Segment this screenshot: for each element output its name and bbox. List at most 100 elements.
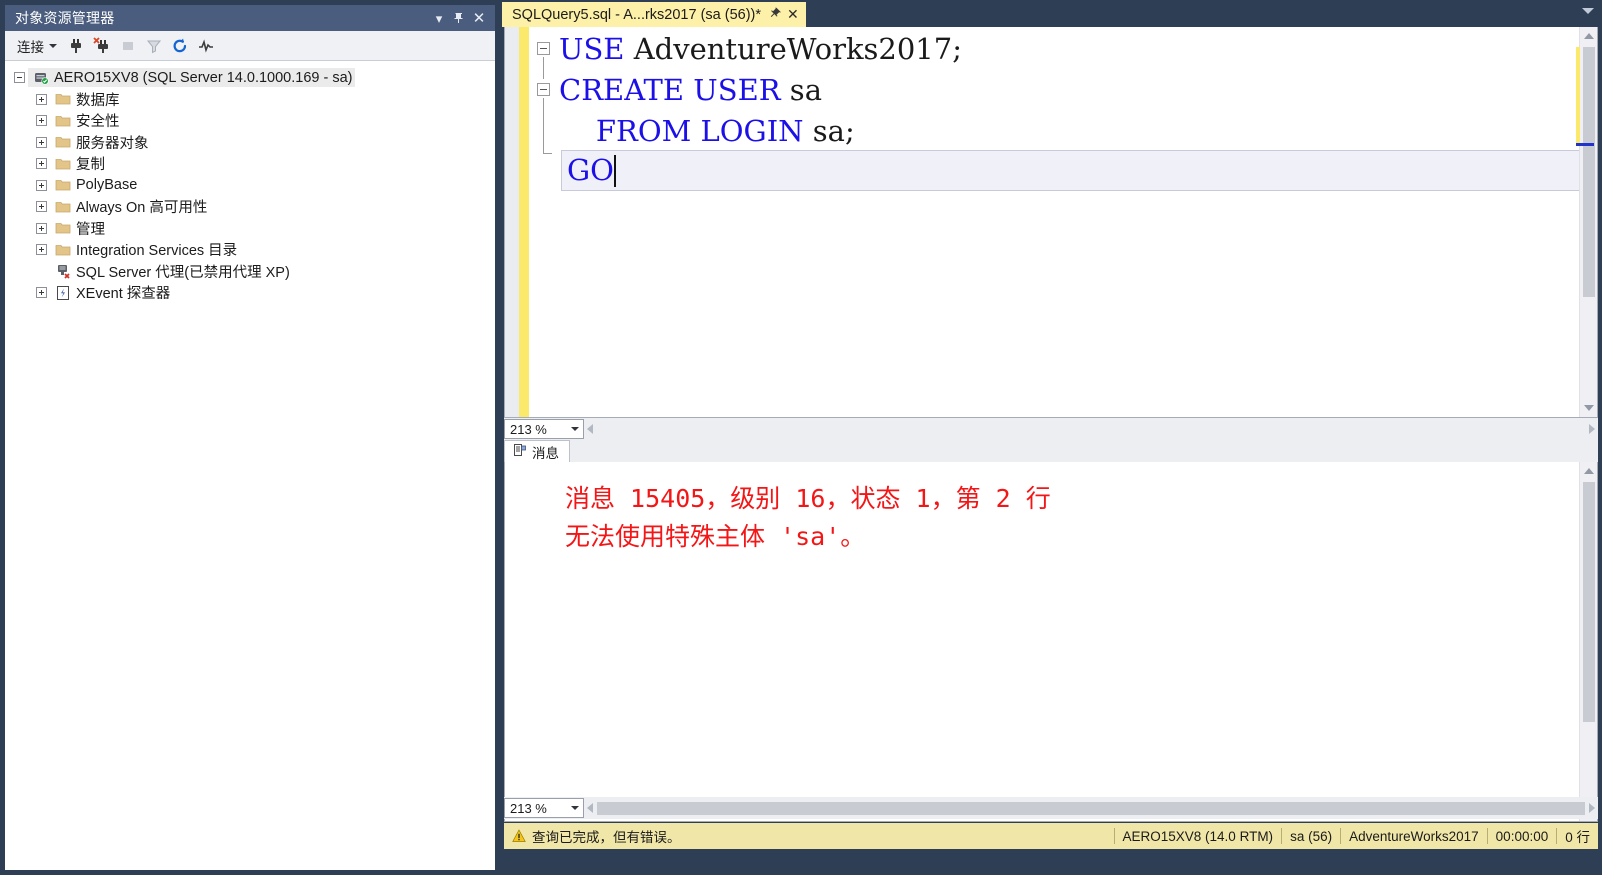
code-line: USE AdventureWorks2017; [559,29,1597,70]
tree-node-label: AERO15XV8 (SQL Server 14.0.1000.169 - sa… [54,69,353,86]
folder-icon [53,198,73,215]
chevron-down-icon[interactable]: ▾ [429,8,449,28]
status-segment: AERO15XV8 (14.0 RTM) [1113,828,1282,844]
tree-node-server[interactable]: AERO15XV8 (SQL Server 14.0.1000.169 - sa… [5,67,495,89]
results-zoom-bar: 213 % [504,797,1598,819]
expander-icon[interactable] [33,198,50,215]
code-text-area[interactable]: USE AdventureWorks2017; CREATE USER sa FR… [559,27,1597,417]
tree-node[interactable]: 复制 [5,153,495,175]
folder-icon [53,177,73,194]
pin-icon[interactable] [449,8,469,28]
expander-icon[interactable] [33,177,50,194]
ssms-window: 对象资源管理器 ▾ ✕ 连接 AERO15XV8 (SQL Server 14.… [0,0,1602,875]
caret-position-marker [1576,143,1594,146]
tree-node[interactable]: 管理 [5,218,495,240]
close-icon[interactable]: ✕ [787,6,799,23]
results-zoom-value: 213 % [510,800,547,816]
fold-toggle-icon[interactable] [537,83,550,96]
xevent-profiler-icon [53,284,73,301]
chevron-down-icon [49,43,57,48]
text-caret [613,154,616,187]
scroll-left-arrow-icon[interactable] [587,424,593,434]
tab-sqlquery5[interactable]: SQLQuery5.sql - A...rks2017 (sa (56))* ✕ [502,2,806,27]
expander-icon[interactable] [33,134,50,151]
disconnect-plug-icon[interactable] [90,34,114,58]
pin-icon[interactable] [764,5,783,24]
tree-node[interactable]: Integration Services 目录 [5,239,495,261]
code-token: sa [780,73,822,107]
code-token: FROM LOGIN [595,114,804,148]
tree-node-label: Integration Services 目录 [76,243,238,260]
results-zoom-combo[interactable]: 213 % [504,798,584,818]
expander-icon[interactable] [33,112,50,129]
expander-icon[interactable] [33,241,50,258]
refresh-icon[interactable] [168,34,192,58]
document-area: SQLQuery5.sql - A...rks2017 (sa (56))* ✕ [500,0,1602,875]
sql-editor[interactable]: USE AdventureWorks2017; CREATE USER sa FR… [504,27,1598,418]
tab-messages-label: 消息 [532,445,559,461]
tab-messages[interactable]: 消息 [504,440,570,462]
tree-node[interactable]: XEvent 探查器 [5,282,495,304]
tree-node-label: SQL Server 代理(已禁用代理 XP) [76,264,290,281]
fold-toggle-icon[interactable] [537,42,550,55]
editor-zoom-combo[interactable]: 213 % [504,419,584,439]
code-token: USE [559,32,625,66]
editor-horizontal-scrollbar[interactable] [584,419,1598,439]
tree-node[interactable]: 服务器对象 [5,132,495,154]
expander-icon[interactable] [11,69,28,86]
filter-funnel-icon[interactable] [142,34,166,58]
expander-icon[interactable] [33,220,50,237]
messages-icon [513,443,527,460]
code-line: CREATE USER sa [559,70,1597,111]
tree-node[interactable]: 数据库 [5,89,495,111]
status-segments: AERO15XV8 (14.0 RTM) sa (56) AdventureWork… [1113,823,1599,849]
messages-text: 消息 15405，级别 16，状态 1，第 2 行 无法使用特殊主体 'sa'。 [565,484,1051,551]
editor-zoom-bar: 213 % [504,418,1598,440]
connect-plug-icon[interactable] [64,34,88,58]
tree-node[interactable]: 安全性 [5,110,495,132]
scroll-up-arrow-icon[interactable] [1580,27,1597,45]
activity-monitor-icon[interactable] [194,34,218,58]
messages-body[interactable]: 消息 15405，级别 16，状态 1，第 2 行 无法使用特殊主体 'sa'。 [504,462,1598,822]
scrollbar-thumb[interactable] [1576,47,1595,297]
editor-vertical-scrollbar[interactable] [1576,27,1597,417]
status-message: 查询已完成，但有错误。 [532,830,681,845]
scroll-up-arrow-icon[interactable] [1580,462,1597,480]
results-horizontal-scrollbar[interactable] [584,798,1598,818]
tree-node[interactable]: SQL Server 代理(已禁用代理 XP) [5,261,495,283]
connect-button[interactable]: 连接 [11,34,62,58]
expander-icon[interactable] [33,91,50,108]
results-tabstrip: 消息 [504,440,1598,462]
scroll-right-arrow-icon[interactable] [1589,424,1595,434]
scroll-left-arrow-icon[interactable] [587,803,593,813]
expander-icon[interactable] [33,155,50,172]
warning-icon [512,829,526,843]
scrollbar-thumb[interactable] [1583,482,1595,722]
object-explorer-title: 对象资源管理器 [15,10,115,26]
connect-button-label: 连接 [17,39,44,55]
tab-list-chevron-icon[interactable] [1582,8,1594,14]
tree-children-group: 数据库安全性 服务器对象 复制 PolyBase Always On 高可用性管理 Int… [5,89,495,304]
folder-icon [53,155,73,172]
tree-node[interactable]: PolyBase [5,175,495,197]
tree-node-label: 安全性 [76,114,120,131]
stop-icon[interactable] [116,34,140,58]
object-explorer-tree[interactable]: AERO15XV8 (SQL Server 14.0.1000.169 - sa… [5,61,495,870]
current-line-highlight [561,150,1595,191]
close-icon[interactable]: ✕ [469,8,489,28]
outlining-margin[interactable] [529,27,559,417]
window-bottom-chrome [504,849,1598,871]
scroll-down-arrow-icon[interactable] [1580,399,1597,417]
tree-node-label: 管理 [76,221,105,238]
scroll-right-arrow-icon[interactable] [1589,803,1595,813]
expander-icon[interactable] [33,284,50,301]
tree-node-label: 数据库 [76,92,120,109]
change-bar [519,27,529,417]
status-segment: AdventureWorks2017 [1340,828,1487,844]
current-line-text: GO [567,150,616,191]
status-segment: 0 行 [1556,828,1598,845]
messages-vertical-scrollbar[interactable] [1579,462,1597,821]
tree-node[interactable]: Always On 高可用性 [5,196,495,218]
